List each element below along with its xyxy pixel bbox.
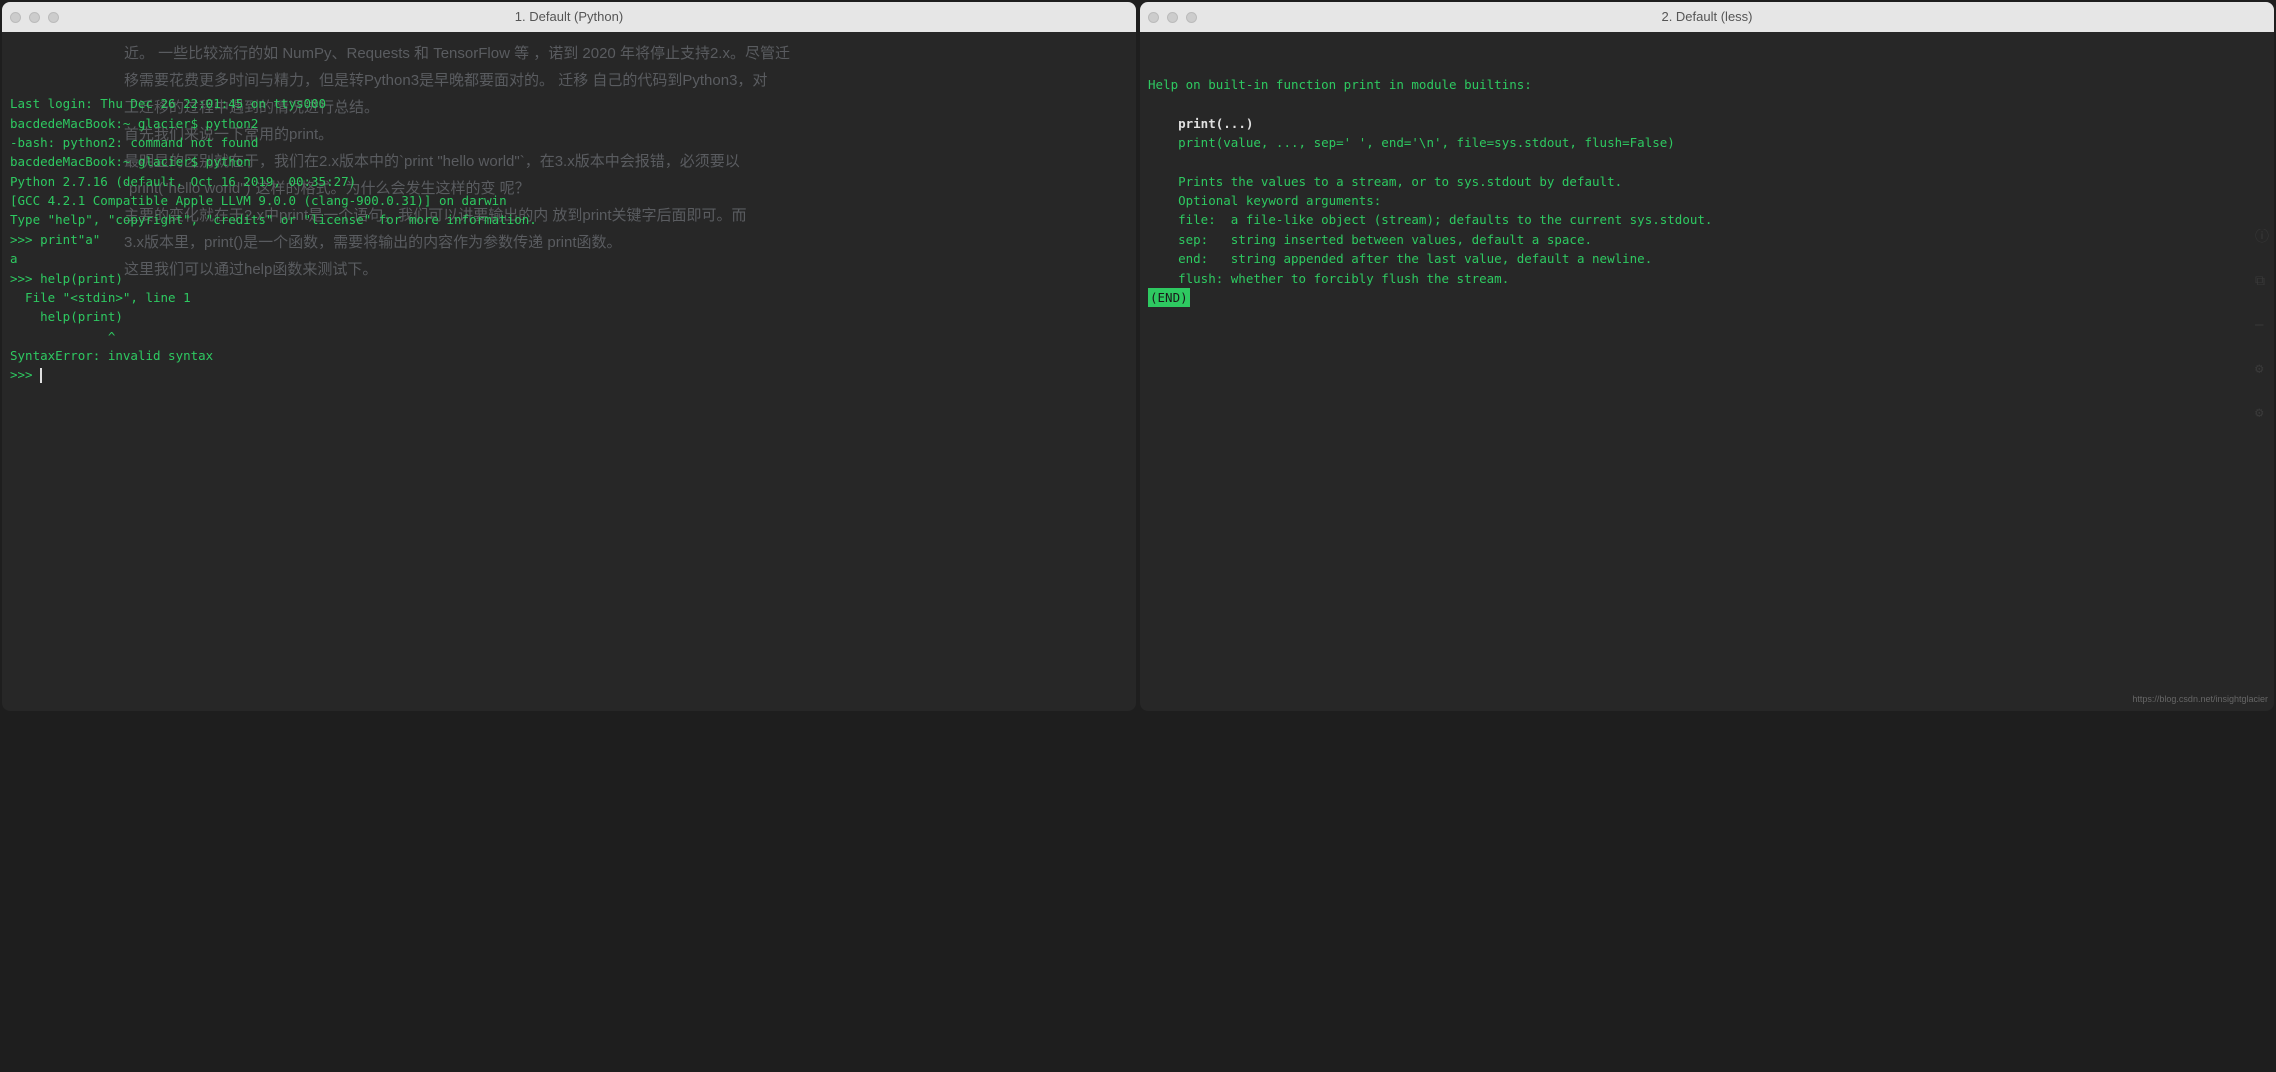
titlebar-left[interactable]: 1. Default (Python) (2, 2, 1136, 32)
terminal-body-left[interactable]: 近。 一些比较流行的如 NumPy、Requests 和 TensorFlow … (2, 32, 1136, 711)
terminal-line: help(print) (10, 307, 1128, 326)
terminal-line: SyntaxError: invalid syntax (10, 346, 1128, 365)
end-marker: (END) (1148, 288, 1190, 307)
minimize-icon[interactable] (1167, 12, 1178, 23)
terminal-line: [GCC 4.2.1 Compatible Apple LLVM 9.0.0 (… (10, 191, 1128, 210)
titlebar-right[interactable]: 2. Default (less) (1140, 2, 2274, 32)
terminal-line: -bash: python2: command not found (10, 133, 1128, 152)
minimize-icon[interactable] (29, 12, 40, 23)
right-gutter-icons: ⓘ ⧉ — ⚙ ⚙ (2255, 227, 2271, 419)
info-icon: ⓘ (2255, 227, 2271, 243)
terminal-line (1148, 152, 2266, 171)
watermark: https://blog.csdn.net/insightglacier (2132, 693, 2268, 707)
cursor (40, 368, 42, 383)
close-icon[interactable] (1148, 12, 1159, 23)
terminal-line: a (10, 249, 1128, 268)
terminal-pane-left[interactable]: 1. Default (Python) 近。 一些比较流行的如 NumPy、Re… (2, 2, 1136, 711)
terminal-line: File "<stdin>", line 1 (10, 288, 1128, 307)
terminal-pane-right[interactable]: 2. Default (less) Help on built-in funct… (1140, 2, 2274, 711)
gear-icon: ⚙ (2255, 359, 2271, 375)
traffic-lights[interactable] (1148, 12, 1197, 23)
terminal-line: Last login: Thu Dec 26 22:01:45 on ttys0… (10, 94, 1128, 113)
line-icon: — (2255, 315, 2271, 331)
gear2-icon: ⚙ (2255, 403, 2271, 419)
terminal-line: bacdedeMacBook:~ glacier$ python2 (10, 114, 1128, 133)
terminal-body-right[interactable]: Help on built-in function print in modul… (1140, 32, 2274, 711)
terminal-line (1148, 94, 2266, 113)
terminal-line: >>> help(print) (10, 269, 1128, 288)
maximize-icon[interactable] (1186, 12, 1197, 23)
terminal-line: >>> print"a" (10, 230, 1128, 249)
copy-icon: ⧉ (2255, 271, 2271, 287)
terminal-line: Python 2.7.16 (default, Oct 16 2019, 00:… (10, 172, 1128, 191)
close-icon[interactable] (10, 12, 21, 23)
traffic-lights[interactable] (10, 12, 59, 23)
maximize-icon[interactable] (48, 12, 59, 23)
terminal-line: sep: string inserted between values, def… (1148, 230, 2266, 249)
terminal-line: print(...) (1148, 114, 2266, 133)
terminal-line: Help on built-in function print in modul… (1148, 75, 2266, 94)
terminal-line: end: string appended after the last valu… (1148, 249, 2266, 268)
terminal-line: Type "help", "copyright", "credits" or "… (10, 210, 1128, 229)
window-title-right: 2. Default (less) (1148, 7, 2266, 27)
terminal-line: ^ (10, 327, 1128, 346)
terminal-line: >>> (10, 365, 1128, 384)
terminal-line: flush: whether to forcibly flush the str… (1148, 269, 2266, 288)
terminal-line: print(value, ..., sep=' ', end='\n', fil… (1148, 133, 2266, 152)
terminal-line: (END) (1148, 288, 2266, 307)
terminal-line: Optional keyword arguments: (1148, 191, 2266, 210)
terminal-line: Prints the values to a stream, or to sys… (1148, 172, 2266, 191)
window-title-left: 1. Default (Python) (10, 7, 1128, 27)
terminal-line: file: a file-like object (stream); defau… (1148, 210, 2266, 229)
terminal-line: bacdedeMacBook:~ glacier$ python (10, 152, 1128, 171)
